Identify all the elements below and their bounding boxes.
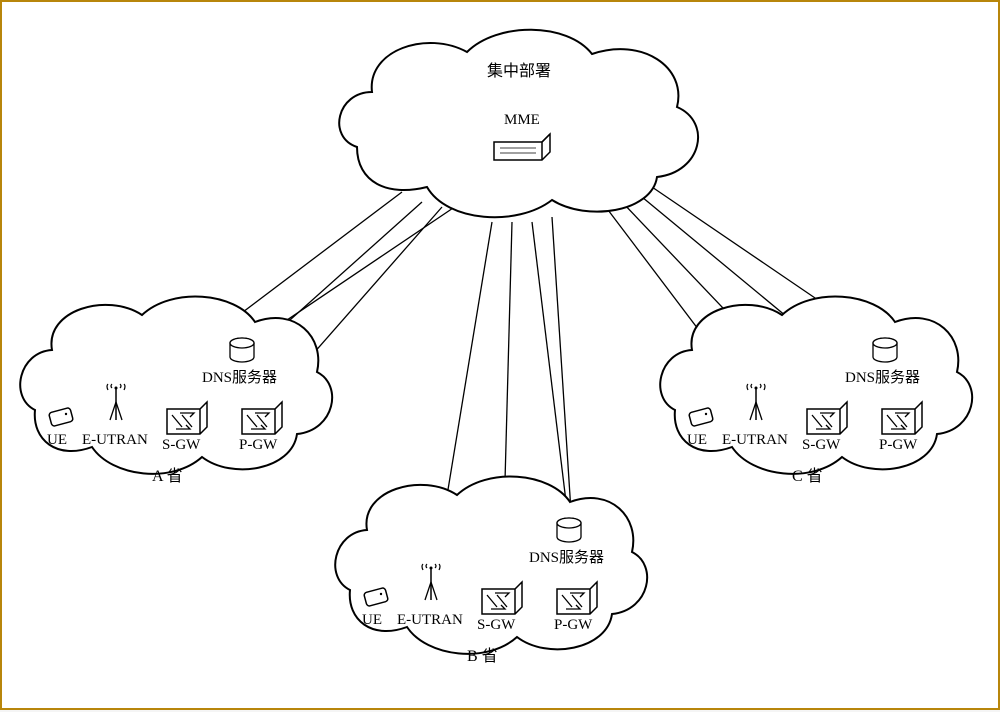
dns-c-label: DNS服务器 — [845, 366, 920, 387]
switch-icon — [802, 397, 852, 437]
eutran-b-label: E-UTRAN — [397, 612, 463, 629]
dns-a-label: DNS服务器 — [202, 366, 277, 387]
province-b-cloud — [332, 462, 652, 672]
ue-icon — [47, 407, 75, 429]
pgw-c-label: P-GW — [879, 437, 917, 454]
sgw-a-label: S-GW — [162, 437, 200, 454]
switch-icon — [237, 397, 287, 437]
dns-server-icon — [554, 517, 584, 545]
eutran-a-label: E-UTRAN — [82, 432, 148, 449]
ue-b-label: UE — [362, 612, 382, 629]
province-b-name: B 省 — [467, 642, 498, 666]
dns-server-icon — [227, 337, 257, 365]
eutran-antenna-icon — [419, 562, 443, 602]
eutran-c-label: E-UTRAN — [722, 432, 788, 449]
province-a-cloud — [17, 282, 337, 492]
province-c-cloud — [657, 282, 977, 492]
ue-a-label: UE — [47, 432, 67, 449]
dns-server-icon — [870, 337, 900, 365]
mme-device-icon — [492, 132, 552, 162]
ue-c-label: UE — [687, 432, 707, 449]
sgw-c-label: S-GW — [802, 437, 840, 454]
eutran-antenna-icon — [744, 382, 768, 422]
switch-icon — [477, 577, 527, 617]
switch-icon — [552, 577, 602, 617]
province-a-name: A 省 — [152, 462, 183, 486]
eutran-antenna-icon — [104, 382, 128, 422]
province-c-name: C 省 — [792, 462, 823, 486]
ue-icon — [362, 587, 390, 609]
dns-b-label: DNS服务器 — [529, 546, 604, 567]
switch-icon — [877, 397, 927, 437]
pgw-a-label: P-GW — [239, 437, 277, 454]
switch-icon — [162, 397, 212, 437]
mme-label: MME — [504, 112, 540, 129]
sgw-b-label: S-GW — [477, 617, 515, 634]
top-cloud-title: 集中部署 — [487, 57, 551, 81]
pgw-b-label: P-GW — [554, 617, 592, 634]
ue-icon — [687, 407, 715, 429]
